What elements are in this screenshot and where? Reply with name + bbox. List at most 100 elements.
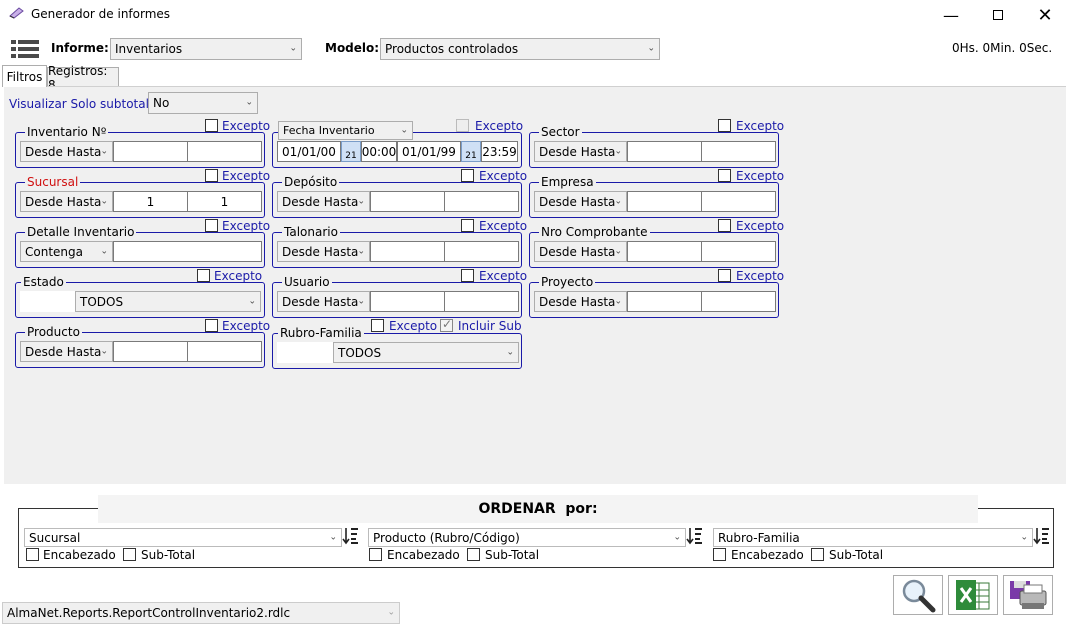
sucursal-except-checkbox[interactable] [205, 169, 218, 182]
sort-2-subtotal-label: Sub-Total [485, 548, 540, 562]
report-file-select[interactable]: AlmaNet.Reports.ReportControlInventario2… [2, 602, 400, 624]
producto-except-checkbox[interactable] [205, 319, 218, 332]
sort-2-order-icon[interactable] [686, 526, 704, 546]
sector-from-input[interactable] [627, 141, 702, 162]
inventario-mode-select[interactable]: Desde Hasta ⌄ [20, 141, 113, 162]
detalle-input[interactable] [113, 241, 262, 262]
sort-2-header-label: Encabezado [387, 548, 460, 562]
nro-comprobante-to-input[interactable] [701, 241, 776, 262]
menu-icon[interactable] [11, 39, 39, 59]
sort-3-order-icon[interactable] [1033, 526, 1051, 546]
search-button[interactable] [893, 575, 943, 615]
sucursal-mode-select[interactable]: Desde Hasta ⌄ [20, 191, 113, 212]
producto-to-input[interactable] [187, 341, 262, 362]
subtotales-select[interactable]: No ⌄ [148, 92, 258, 114]
sort-3-subtotal-checkbox[interactable] [811, 548, 824, 561]
producto-except-label: Excepto [222, 319, 271, 333]
sort-3-select[interactable]: Rubro-Familia ⌄ [713, 528, 1033, 547]
talonario-from-input[interactable] [370, 241, 445, 262]
proyecto-except-label: Excepto [736, 269, 785, 283]
rubro-include-sub-label: Incluir Sub [458, 319, 522, 333]
modelo-value: Productos controlados [385, 42, 519, 56]
detalle-except-label: Excepto [222, 219, 271, 233]
sector-except-checkbox[interactable] [718, 119, 731, 132]
deposito-except-checkbox[interactable] [461, 169, 474, 182]
informe-label: Informe: [51, 41, 109, 55]
inventario-from-input[interactable] [113, 141, 188, 162]
rubro-include-sub-checkbox[interactable] [440, 317, 453, 332]
usuario-mode-select[interactable]: Desde Hasta ⌄ [277, 291, 370, 312]
inventario-except-checkbox[interactable] [205, 119, 218, 132]
nro-comprobante-mode-select[interactable]: Desde Hasta ⌄ [534, 241, 627, 262]
deposito-mode-value: Desde Hasta [282, 194, 359, 209]
empresa-to-input[interactable] [701, 191, 776, 212]
fecha-date-to-input[interactable]: 01/01/99 [397, 141, 461, 162]
sort-3-header-checkbox[interactable] [713, 548, 726, 561]
nro-comprobante-except-checkbox[interactable] [718, 219, 731, 232]
rubro-except-checkbox[interactable] [371, 319, 384, 332]
sector-mode-select[interactable]: Desde Hasta ⌄ [534, 141, 627, 162]
usuario-except-checkbox[interactable] [461, 269, 474, 282]
calendar-to-day: 21 [465, 151, 477, 161]
sort-2-header-checkbox[interactable] [369, 548, 382, 561]
inventario-to-input[interactable] [187, 141, 262, 162]
talonario-mode-select[interactable]: Desde Hasta ⌄ [277, 241, 370, 262]
deposito-to-input[interactable] [444, 191, 519, 212]
usuario-label: Usuario [282, 275, 332, 289]
sort-2-select[interactable]: Producto (Rubro/Código) ⌄ [368, 528, 686, 547]
tab-registros[interactable]: Registros: 8 [47, 64, 119, 92]
fecha-except-checkbox[interactable] [456, 119, 469, 132]
detalle-mode-select[interactable]: Contenga ⌄ [20, 241, 113, 262]
producto-from-input[interactable] [113, 341, 188, 362]
sort-1-header-checkbox[interactable] [26, 548, 39, 561]
fecha-date-from-input[interactable]: 01/01/00 [277, 141, 341, 162]
talonario-except-checkbox[interactable] [461, 219, 474, 232]
chevron-down-icon: ⌄ [387, 607, 395, 618]
detalle-except-checkbox[interactable] [205, 219, 218, 232]
print-button[interactable] [1003, 575, 1053, 615]
sort-2-subtotal-checkbox[interactable] [467, 548, 480, 561]
close-button[interactable]: ✕ [1022, 0, 1068, 30]
sucursal-from-input[interactable]: 1 [113, 191, 188, 212]
calendar-from-icon[interactable]: 21 [341, 141, 361, 162]
estado-except-checkbox[interactable] [197, 269, 210, 282]
sector-except-label: Excepto [736, 119, 785, 133]
fecha-mode-select[interactable]: Fecha Inventario ⌄ [278, 121, 413, 140]
sucursal-to-input[interactable]: 1 [187, 191, 262, 212]
producto-mode-select[interactable]: Desde Hasta ⌄ [20, 341, 113, 362]
usuario-to-input[interactable] [444, 291, 519, 312]
empresa-from-input[interactable] [627, 191, 702, 212]
deposito-mode-select[interactable]: Desde Hasta ⌄ [277, 191, 370, 212]
maximize-button[interactable] [975, 0, 1021, 30]
proyecto-from-input[interactable] [627, 291, 702, 312]
sector-to-input[interactable] [701, 141, 776, 162]
window-title: Generador de informes [31, 7, 171, 21]
proyecto-except-checkbox[interactable] [718, 269, 731, 282]
proyecto-to-input[interactable] [701, 291, 776, 312]
sort-1-order-icon[interactable] [342, 526, 360, 546]
talonario-to-input[interactable] [444, 241, 519, 262]
proyecto-mode-value: Desde Hasta [539, 294, 616, 309]
rubro-select[interactable]: TODOS ⌄ [333, 342, 519, 363]
empresa-mode-value: Desde Hasta [539, 194, 616, 209]
calendar-to-icon[interactable]: 21 [461, 141, 481, 162]
empresa-except-label: Excepto [736, 169, 785, 183]
sort-1-select[interactable]: Sucursal ⌄ [24, 528, 342, 547]
sort-1-subtotal-checkbox[interactable] [123, 548, 136, 561]
proyecto-mode-select[interactable]: Desde Hasta ⌄ [534, 291, 627, 312]
usuario-from-input[interactable] [370, 291, 445, 312]
modelo-select[interactable]: Productos controlados ⌄ [380, 38, 660, 60]
informe-select[interactable]: Inventarios ⌄ [110, 38, 302, 60]
fecha-time-from-input[interactable]: 00:00 [361, 141, 397, 162]
empresa-mode-select[interactable]: Desde Hasta ⌄ [534, 191, 627, 212]
estado-select[interactable]: TODOS ⌄ [75, 291, 261, 312]
deposito-from-input[interactable] [370, 191, 445, 212]
tab-filtros[interactable]: Filtros [2, 65, 47, 87]
rubro-code-input[interactable] [277, 342, 333, 363]
empresa-except-checkbox[interactable] [718, 169, 731, 182]
minimize-button[interactable]: — [928, 0, 974, 30]
nro-comprobante-from-input[interactable] [627, 241, 702, 262]
fecha-time-to-input[interactable]: 23:59 [481, 141, 518, 162]
export-excel-button[interactable] [948, 575, 998, 615]
estado-code-input[interactable] [20, 291, 75, 312]
